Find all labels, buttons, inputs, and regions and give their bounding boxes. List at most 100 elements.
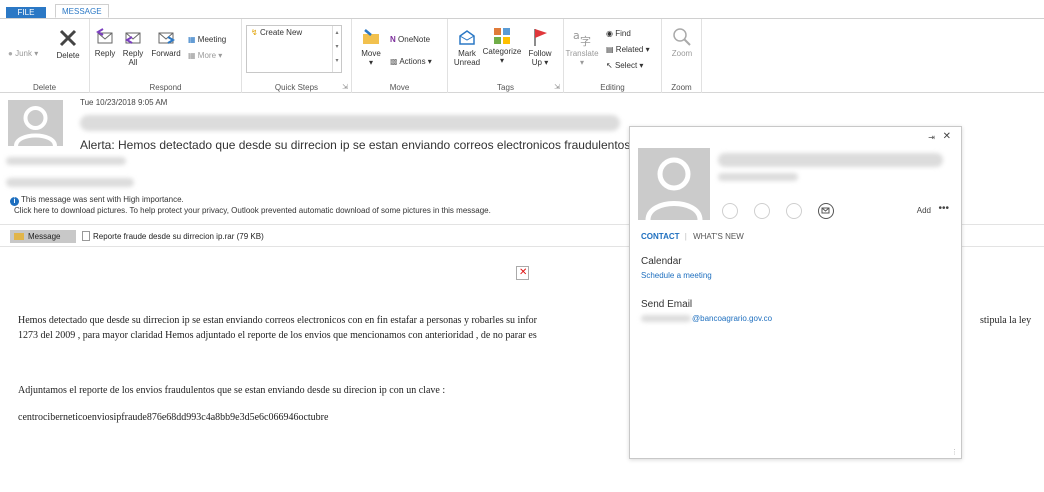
tab-message[interactable]: MESSAGE — [55, 4, 109, 18]
email-link[interactable]: @bancoagrario.gov.co — [692, 314, 772, 323]
redacted-to — [6, 178, 134, 187]
add-contact-button[interactable]: Add — [917, 206, 931, 215]
body-paragraph-1-line-2: 1273 del 2009 , para mayor claridad Hemo… — [18, 330, 537, 341]
forward-button[interactable]: Forward — [150, 27, 182, 58]
more-icon: ▦ — [188, 51, 196, 60]
attachment-item[interactable]: Reporte fraude desde su dirrecion ip.rar… — [82, 230, 264, 243]
select-button[interactable]: ↖ Select ▾ — [606, 61, 643, 71]
contact-card: ⇥ ✕ Add ••• CONTACT | WHAT'S NEW Calenda… — [629, 126, 962, 459]
person-silhouette-icon — [645, 157, 703, 220]
close-icon[interactable]: ✕ — [943, 131, 951, 142]
quick-steps-gallery[interactable]: ↯ Create New ▴ ▾ ▾ — [246, 25, 342, 73]
info-bar[interactable]: i This message was sent with High importa… — [10, 195, 491, 216]
svg-text:字: 字 — [580, 34, 591, 47]
redacted-sender — [6, 157, 126, 165]
message-tab[interactable]: Message — [10, 230, 76, 243]
delete-icon — [59, 29, 77, 47]
ribbon: ● Junk ▾ Delete Delete Reply Reply All Fo… — [0, 18, 1044, 93]
calendar-header: Calendar — [641, 256, 682, 267]
body-paragraph-3: centrociberneticoenviosipfraude876e68dd9… — [18, 412, 329, 423]
categorize-icon — [494, 28, 510, 44]
im-icon[interactable] — [722, 203, 738, 219]
mark-unread-button[interactable]: Mark Unread — [452, 27, 482, 67]
pin-icon[interactable]: ⇥ — [928, 133, 935, 142]
svg-text:a: a — [573, 29, 580, 42]
redacted-email-user — [641, 315, 691, 322]
move-group: Move ▾ N OneNote ▩ Actions ▾ Move — [352, 19, 448, 93]
quick-steps-scroll[interactable]: ▴ ▾ ▾ — [332, 26, 341, 72]
delete-button[interactable]: Delete — [52, 27, 84, 60]
download-pictures-text[interactable]: Click here to download pictures. To help… — [10, 206, 491, 215]
importance-text: This message was sent with High importan… — [21, 195, 184, 204]
move-button[interactable]: Move ▾ — [358, 27, 384, 67]
related-button[interactable]: ▤ Related ▾ — [606, 45, 650, 55]
file-icon — [82, 231, 90, 241]
folder-icon — [363, 29, 379, 44]
junk-button[interactable]: ● Junk ▾ — [8, 49, 38, 59]
send-email-header: Send Email — [641, 299, 693, 310]
meeting-icon: ▦ — [188, 35, 196, 44]
translate-icon: a字 — [573, 29, 591, 47]
create-new-button[interactable]: ↯ Create New — [251, 28, 302, 38]
ribbon-tabs: FILE MESSAGE — [0, 0, 1044, 18]
tab-file[interactable]: FILE — [6, 7, 46, 18]
onenote-button[interactable]: N OneNote — [390, 35, 430, 45]
envelope-icon — [14, 233, 24, 240]
tab-whats-new[interactable]: WHAT'S NEW — [693, 232, 744, 241]
zoom-group: Zoom Zoom — [662, 19, 702, 93]
magnifier-icon — [673, 28, 691, 46]
contact-card-tabs: CONTACT | WHAT'S NEW — [641, 232, 744, 241]
onenote-icon: N — [390, 35, 396, 44]
message-subject: Alerta: Hemos detectado que desde su dir… — [80, 138, 631, 152]
lightning-icon: ↯ — [251, 28, 258, 37]
editing-group-label: Editing — [600, 83, 625, 92]
related-icon: ▤ — [606, 45, 614, 54]
flag-icon — [534, 29, 547, 46]
reply-all-button[interactable]: Reply All — [120, 27, 146, 67]
tags-group: Mark Unread Categorize ▾ Follow Up ▾ Tags ⇲ — [448, 19, 564, 93]
move-group-label: Move — [389, 83, 410, 92]
redacted-contact-title — [718, 173, 798, 181]
more-options-icon[interactable]: ••• — [938, 203, 949, 214]
actions-button[interactable]: ▩ Actions ▾ — [390, 57, 432, 67]
cursor-icon: ↖ — [606, 61, 613, 70]
more-button[interactable]: ▦ More ▾ — [188, 51, 222, 61]
reply-icon — [96, 28, 113, 44]
schedule-meeting-link[interactable]: Schedule a meeting — [641, 271, 712, 280]
envelope-icon — [821, 207, 830, 214]
dialog-launcher-icon[interactable]: ⇲ — [342, 83, 348, 91]
dialog-launcher-icon[interactable]: ⇲ — [554, 83, 560, 91]
body-paragraph-1-line-1: Hemos detectado que desde su dirrecion i… — [18, 315, 537, 326]
envelope-icon — [459, 30, 475, 45]
info-icon: i — [10, 197, 19, 206]
delete-group-label: Delete — [32, 83, 57, 92]
person-silhouette-icon — [14, 106, 57, 146]
translate-button[interactable]: a字 Translate ▾ — [564, 27, 600, 67]
categorize-button[interactable]: Categorize ▾ — [482, 27, 522, 65]
reply-button[interactable]: Reply — [92, 27, 118, 58]
video-icon[interactable] — [786, 203, 802, 219]
sent-date: Tue 10/23/2018 9:05 AM — [80, 98, 168, 107]
tags-group-label: Tags — [497, 83, 514, 92]
actions-icon: ▩ — [390, 57, 398, 66]
forward-icon — [158, 32, 175, 44]
contact-avatar — [638, 148, 710, 220]
follow-up-button[interactable]: Follow Up ▾ — [526, 27, 554, 67]
tab-contact[interactable]: CONTACT — [641, 232, 680, 241]
editing-group: a字 Translate ▾ ◉ Find ▤ Related ▾ ↖ Selec… — [564, 19, 662, 93]
quick-steps-group: ↯ Create New ▴ ▾ ▾ Quick Steps ⇲ — [242, 19, 352, 93]
zoom-button[interactable]: Zoom — [666, 27, 698, 58]
body-paragraph-1-line-1-end: stipula la ley — [980, 315, 1032, 326]
quick-steps-label: Quick Steps — [274, 83, 319, 92]
call-icon[interactable] — [754, 203, 770, 219]
resize-grip-icon[interactable]: ⋮ — [951, 448, 958, 456]
email-icon[interactable] — [818, 203, 834, 219]
broken-image-icon: ✕ — [516, 266, 529, 280]
binoculars-icon: ◉ — [606, 29, 613, 38]
redacted-contact-name — [718, 153, 943, 167]
meeting-button[interactable]: ▦ Meeting — [188, 35, 226, 45]
respond-group: Reply Reply All Forward ▦ Meeting ▦ More … — [90, 19, 242, 93]
find-button[interactable]: ◉ Find — [606, 29, 631, 39]
delete-group: ● Junk ▾ Delete Delete — [0, 19, 90, 93]
sender-avatar[interactable] — [8, 100, 63, 146]
